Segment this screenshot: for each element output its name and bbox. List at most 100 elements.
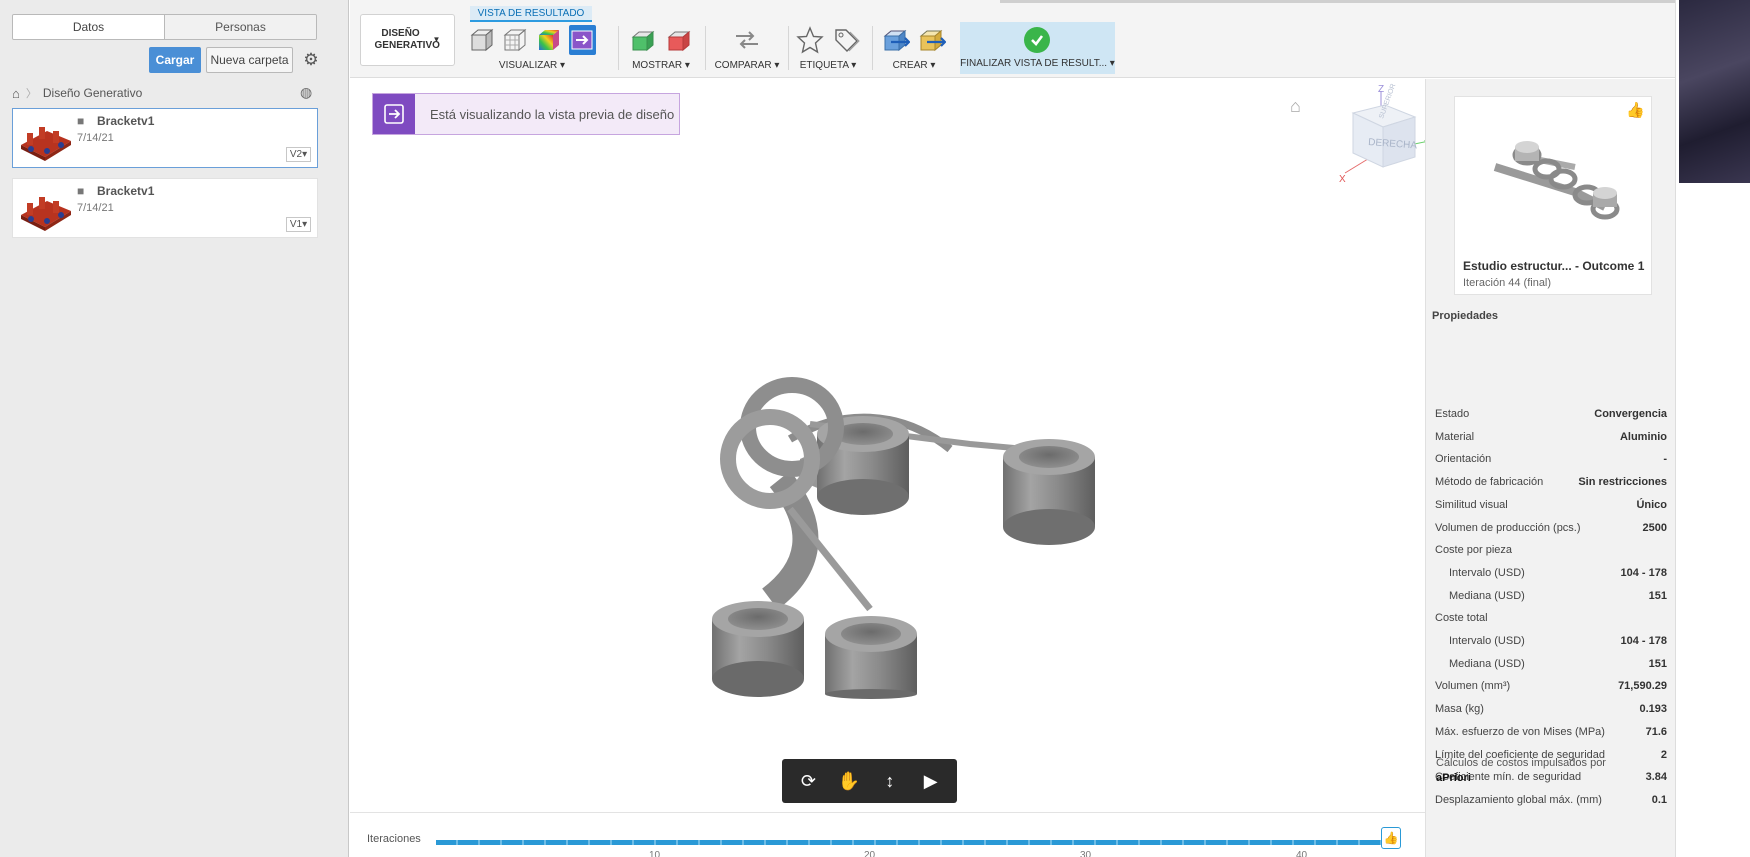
design-thumbnail xyxy=(21,127,71,161)
axis-z-label: Z xyxy=(1378,84,1384,95)
tag-icon[interactable] xyxy=(831,25,861,55)
property-key: Intervalo (USD) xyxy=(1449,635,1525,647)
tab-datos[interactable]: Datos xyxy=(13,15,165,39)
properties-heading: Propiedades xyxy=(1432,310,1499,322)
show-green-body-icon[interactable] xyxy=(628,25,658,55)
property-value: 104 - 178 xyxy=(1620,566,1667,579)
new-folder-button[interactable]: Nueva carpeta xyxy=(206,47,293,73)
outcome-title: Estudio estructur... - Outcome 1 xyxy=(1463,259,1645,273)
property-value: Convergencia xyxy=(1594,408,1667,420)
item-date: 7/14/21 xyxy=(77,132,114,144)
3d-viewport[interactable]: Está visualizando la vista previa de dis… xyxy=(350,79,1431,812)
list-item[interactable]: ■ Bracketv1 7/14/21 V1 ▾ xyxy=(12,178,318,238)
outcome-iteration: Iteración 44 (final) xyxy=(1463,277,1552,289)
item-name: Bracketv1 xyxy=(97,184,155,198)
apriori-logo: aPriori xyxy=(1436,772,1471,784)
property-value: 0.193 xyxy=(1639,703,1667,716)
property-value: 2500 xyxy=(1642,521,1667,534)
preview-text: Está visualizando la vista previa de dis… xyxy=(430,106,675,122)
property-value: 151 xyxy=(1648,657,1667,670)
home-icon[interactable]: ⌂ xyxy=(12,86,20,101)
property-key: Volumen (mm³) xyxy=(1435,680,1511,693)
wireframe-view-icon[interactable] xyxy=(502,25,530,55)
outcome-card[interactable]: 👍 Estudio estructur... - Outcome 1 Itera… xyxy=(1454,96,1652,295)
properties-panel: 👍 Estudio estructur... - Outcome 1 Itera… xyxy=(1425,79,1675,857)
axis-x-label: X xyxy=(1339,174,1346,183)
caret-down-icon: ▼ xyxy=(432,35,441,44)
breadcrumb-label[interactable]: Diseño Generativo xyxy=(43,86,142,100)
property-value: - xyxy=(1663,453,1667,466)
tab-personas[interactable]: Personas xyxy=(165,15,316,39)
property-row: Coste total xyxy=(1435,608,1667,628)
finish-label: FINALIZAR VISTA DE RESULT... ▾ xyxy=(960,58,1115,69)
property-value: Sin restricciones xyxy=(1578,476,1667,489)
separator xyxy=(872,26,873,70)
desktop-background xyxy=(1675,0,1750,857)
generative-design-model[interactable] xyxy=(670,329,1110,699)
workspace-dropdown[interactable]: DISEÑO GENERATIVO ▼ xyxy=(360,14,455,66)
property-row: Mediana (USD) 151 xyxy=(1435,586,1667,606)
version-dropdown[interactable]: V2 ▾ xyxy=(286,147,311,162)
camera-icon[interactable]: ▶ xyxy=(916,771,946,792)
finish-result-view-button[interactable]: FINALIZAR VISTA DE RESULT... ▾ xyxy=(960,22,1115,74)
property-key: Estado xyxy=(1435,408,1470,420)
property-row: Intervalo (USD) 104 - 178 xyxy=(1435,631,1667,651)
data-panel: Datos Personas Cargar Nueva carpeta ⚙ ⌂ … xyxy=(0,0,349,857)
mostrar-label[interactable]: MOSTRAR ▾ xyxy=(625,60,697,71)
property-key: Similitud visual xyxy=(1435,498,1508,511)
crear-group: CREAR ▾ xyxy=(878,24,950,74)
export-yellow-icon[interactable] xyxy=(917,25,947,55)
globe-icon[interactable]: ◍ xyxy=(300,84,312,101)
viewcube[interactable]: DERECHA SUPERIOR Z Y X xyxy=(1325,83,1435,183)
orbit-icon[interactable]: ⟳ xyxy=(793,771,823,792)
tick-label: 10 xyxy=(649,850,661,857)
thumbs-up-icon[interactable]: 👍 xyxy=(1626,101,1645,119)
preview-view-icon[interactable] xyxy=(568,25,596,55)
item-name: Bracketv1 xyxy=(97,114,155,128)
visualizar-label[interactable]: VISUALIZAR ▾ xyxy=(468,60,596,71)
breadcrumb: ⌂ 〉 Diseño Generativo xyxy=(12,84,142,102)
property-value: 104 - 178 xyxy=(1620,635,1667,647)
slider-thumb[interactable]: 👍 xyxy=(1381,827,1401,849)
mostrar-group: MOSTRAR ▾ xyxy=(625,24,697,74)
version-dropdown[interactable]: V1 ▾ xyxy=(286,217,311,232)
gear-icon[interactable]: ⚙ xyxy=(301,50,321,70)
tick-label: 40 xyxy=(1296,850,1308,857)
zoom-icon[interactable]: ↕ xyxy=(875,771,905,792)
tick-label: 30 xyxy=(1080,850,1092,857)
cost-attribution-text: Cálculos de costos impulsados por xyxy=(1436,757,1606,769)
compare-arrows-icon[interactable] xyxy=(732,25,762,55)
property-value: 71,590.29 xyxy=(1618,680,1667,693)
toolbar-divider xyxy=(1000,0,1675,3)
property-value: Único xyxy=(1636,498,1667,511)
home-icon[interactable]: ⌂ xyxy=(1290,96,1301,117)
property-row: Material Aluminio xyxy=(1435,427,1667,447)
property-row: Similitud visual Único xyxy=(1435,495,1667,515)
property-row: Coste por pieza xyxy=(1435,540,1667,560)
property-value: 151 xyxy=(1648,589,1667,602)
slider-track[interactable] xyxy=(436,840,1388,845)
list-item[interactable]: ■ Bracketv1 7/14/21 V2 ▾ xyxy=(12,108,318,168)
separator xyxy=(618,26,619,70)
property-row: Intervalo (USD) 104 - 178 xyxy=(1435,563,1667,583)
star-icon[interactable] xyxy=(795,25,825,55)
export-blue-icon[interactable] xyxy=(881,25,911,55)
property-key: Intervalo (USD) xyxy=(1449,566,1525,579)
stress-view-icon[interactable] xyxy=(535,25,563,55)
property-row: Volumen (mm³) 71,590.29 xyxy=(1435,676,1667,696)
property-key: Mediana (USD) xyxy=(1449,589,1525,602)
solid-view-icon[interactable] xyxy=(468,25,496,55)
iterations-slider[interactable]: Iteraciones 👍 10 20 30 40 xyxy=(350,812,1425,857)
crear-label[interactable]: CREAR ▾ xyxy=(878,60,950,71)
version-label: V1 xyxy=(289,219,303,230)
property-value: 3.84 xyxy=(1645,771,1667,784)
show-red-body-icon[interactable] xyxy=(664,25,694,55)
tab-vista-de-resultado[interactable]: VISTA DE RESULTADO xyxy=(470,6,592,22)
preview-banner: Está visualizando la vista previa de dis… xyxy=(372,93,680,135)
toolbar: DISEÑO GENERATIVO ▼ VISTA DE RESULTADO VI… xyxy=(350,0,1675,78)
comparar-label[interactable]: COMPARAR ▾ xyxy=(712,60,782,71)
pan-hand-icon[interactable]: ✋ xyxy=(834,771,864,792)
property-row: Estado Convergencia xyxy=(1435,404,1667,424)
etiqueta-label[interactable]: ETIQUETA ▾ xyxy=(792,60,864,71)
upload-button[interactable]: Cargar xyxy=(149,47,201,73)
